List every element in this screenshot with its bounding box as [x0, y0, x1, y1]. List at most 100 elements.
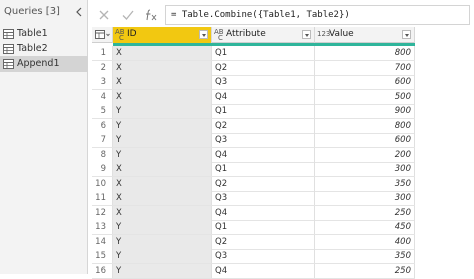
row-number[interactable]: 4: [92, 89, 113, 104]
cell-attribute[interactable]: Q3: [212, 133, 315, 147]
confirm-formula-button[interactable]: [119, 6, 137, 24]
row-number[interactable]: 6: [92, 118, 113, 133]
table-icon: [95, 30, 110, 39]
cell-id[interactable]: X: [113, 75, 212, 89]
row-number[interactable]: 2: [92, 60, 113, 75]
cell-id[interactable]: Y: [113, 104, 212, 118]
cell-attribute[interactable]: Q4: [212, 205, 315, 220]
cell-value[interactable]: 600: [315, 133, 415, 147]
cell-id[interactable]: X: [113, 162, 212, 176]
table-menu-button[interactable]: [92, 27, 113, 43]
collapse-queries-button[interactable]: [73, 4, 85, 20]
cell-attribute[interactable]: Q1: [212, 162, 315, 176]
cell-attribute[interactable]: Q2: [212, 118, 315, 133]
cell-id[interactable]: Y: [113, 133, 212, 147]
cell-value[interactable]: 350: [315, 176, 415, 191]
cell-attribute[interactable]: Q2: [212, 234, 315, 249]
row-number[interactable]: 1: [92, 46, 113, 60]
cell-attribute[interactable]: Q3: [212, 75, 315, 89]
table-row[interactable]: 6 Y Q2 800: [92, 118, 415, 134]
cell-value[interactable]: 600: [315, 75, 415, 89]
cell-attribute[interactable]: Q2: [212, 176, 315, 191]
insert-function-button[interactable]: [142, 6, 160, 24]
cell-id[interactable]: X: [113, 176, 212, 191]
cell-value[interactable]: 500: [315, 89, 415, 104]
column-filter-dropdown[interactable]: [402, 30, 411, 39]
table-row[interactable]: 15 Y Q3 350: [92, 249, 415, 264]
cell-value[interactable]: 800: [315, 118, 415, 133]
table-row[interactable]: 5 Y Q1 900: [92, 104, 415, 119]
cell-attribute[interactable]: Q4: [212, 147, 315, 162]
column-filter-dropdown[interactable]: [302, 30, 311, 39]
table-row[interactable]: 2 X Q2 700: [92, 60, 415, 76]
queries-pane: Queries [3] Table1 Table2 Append1: [0, 0, 88, 274]
row-number[interactable]: 5: [92, 104, 113, 118]
row-number[interactable]: 14: [92, 234, 113, 249]
cell-id[interactable]: Y: [113, 118, 212, 133]
query-item-table2[interactable]: Table2: [0, 41, 88, 57]
row-number[interactable]: 9: [92, 162, 113, 176]
cell-value[interactable]: 200: [315, 147, 415, 162]
cell-value[interactable]: 350: [315, 249, 415, 263]
table-row[interactable]: 12 X Q4 250: [92, 205, 415, 221]
table-row[interactable]: 4 X Q4 500: [92, 89, 415, 105]
formula-input[interactable]: = Table.Combine({Table1, Table2}): [165, 5, 470, 25]
cell-attribute[interactable]: Q1: [212, 220, 315, 234]
table-row[interactable]: 13 Y Q1 450: [92, 220, 415, 235]
cell-id[interactable]: Y: [113, 147, 212, 162]
table-row[interactable]: 11 X Q3 300: [92, 191, 415, 206]
check-icon: [122, 10, 134, 20]
cancel-formula-button[interactable]: [95, 6, 113, 24]
column-header-label: ID: [127, 29, 137, 39]
row-number[interactable]: 12: [92, 205, 113, 220]
cell-attribute[interactable]: Q4: [212, 263, 315, 278]
cell-value[interactable]: 250: [315, 263, 415, 278]
row-number[interactable]: 15: [92, 249, 113, 263]
query-item-table1[interactable]: Table1: [0, 26, 88, 42]
cell-attribute[interactable]: Q1: [212, 46, 315, 60]
cell-attribute[interactable]: Q3: [212, 191, 315, 205]
cell-id[interactable]: Y: [113, 263, 212, 278]
chevron-left-icon: [76, 7, 82, 17]
cell-value[interactable]: 300: [315, 191, 415, 205]
cell-value[interactable]: 900: [315, 104, 415, 118]
table-row[interactable]: 9 X Q1 300: [92, 162, 415, 177]
column-header-attribute[interactable]: AB C Attribute: [212, 27, 315, 43]
table-row[interactable]: 16 Y Q4 250: [92, 263, 415, 279]
table-row[interactable]: 10 X Q2 350: [92, 176, 415, 192]
table-row[interactable]: 7 Y Q3 600: [92, 133, 415, 148]
cell-value[interactable]: 300: [315, 162, 415, 176]
cell-value[interactable]: 800: [315, 46, 415, 60]
cell-id[interactable]: X: [113, 191, 212, 205]
table-row[interactable]: 8 Y Q4 200: [92, 147, 415, 163]
table-row[interactable]: 1 X Q1 800: [92, 46, 415, 61]
cell-id[interactable]: Y: [113, 234, 212, 249]
cell-attribute[interactable]: Q3: [212, 249, 315, 263]
cell-id[interactable]: X: [113, 205, 212, 220]
cell-id[interactable]: X: [113, 60, 212, 75]
column-header-id[interactable]: AB C ID: [113, 27, 212, 43]
row-number[interactable]: 16: [92, 263, 113, 278]
cell-id[interactable]: X: [113, 89, 212, 104]
cell-attribute[interactable]: Q4: [212, 89, 315, 104]
table-row[interactable]: 14 Y Q2 400: [92, 234, 415, 250]
column-filter-dropdown[interactable]: [199, 30, 208, 39]
cell-value[interactable]: 450: [315, 220, 415, 234]
cell-id[interactable]: Y: [113, 249, 212, 263]
row-number[interactable]: 10: [92, 176, 113, 191]
cell-value[interactable]: 700: [315, 60, 415, 75]
cell-attribute[interactable]: Q1: [212, 104, 315, 118]
cell-value[interactable]: 250: [315, 205, 415, 220]
row-number[interactable]: 7: [92, 133, 113, 147]
row-number[interactable]: 13: [92, 220, 113, 234]
cell-value[interactable]: 400: [315, 234, 415, 249]
cell-id[interactable]: Y: [113, 220, 212, 234]
row-number[interactable]: 11: [92, 191, 113, 205]
cell-attribute[interactable]: Q2: [212, 60, 315, 75]
cell-id[interactable]: X: [113, 46, 212, 60]
row-number[interactable]: 8: [92, 147, 113, 162]
table-row[interactable]: 3 X Q3 600: [92, 75, 415, 90]
query-item-append1[interactable]: Append1: [0, 56, 88, 72]
column-header-value[interactable]: 123 Value: [315, 27, 415, 43]
row-number[interactable]: 3: [92, 75, 113, 89]
